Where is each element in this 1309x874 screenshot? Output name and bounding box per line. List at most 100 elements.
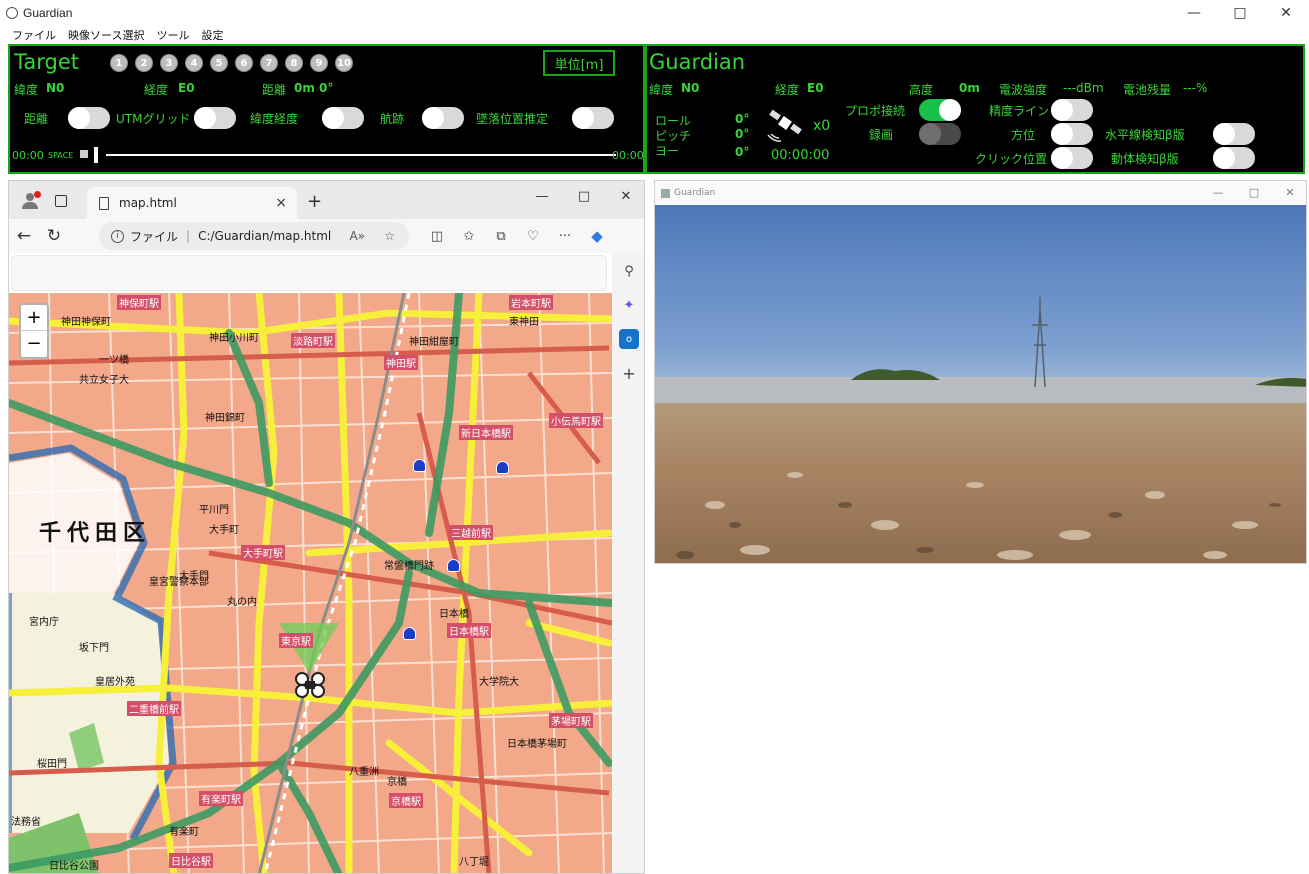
place-moj: 法務省 [11,817,41,828]
copilot-icon[interactable]: ◆ [581,227,613,245]
browser-window-controls: — □ ✕ [521,181,644,213]
place-hirakawamon: 平川門 [199,505,229,516]
track-toggle[interactable] [422,107,464,129]
browser-essentials-icon[interactable]: ♡ [517,229,549,244]
guardian-lat-label: 緯度 [649,83,674,97]
menu-tools[interactable]: ツール [156,27,189,43]
station-yurakucho: 有楽町駅 [199,791,243,806]
place-nihonbashi: 日本橋 [439,609,469,620]
app-titlebar: Guardian — □ ✕ [0,0,1309,26]
target-number-9[interactable]: 9 [310,54,328,72]
target-number-2[interactable]: 2 [135,54,153,72]
browser-maximize-button[interactable]: □ [563,181,605,213]
click-position-toggle[interactable] [1051,147,1093,169]
map-search-box[interactable] [11,255,607,291]
playback-slider-thumb[interactable] [94,147,98,163]
target-number-1[interactable]: 1 [110,54,128,72]
record-toggle[interactable] [919,123,961,145]
place-otemachi: 大手町 [209,525,239,536]
precision-line-label: 精度ライン [989,104,1050,118]
video-feed [655,205,1306,563]
close-button[interactable]: ✕ [1263,0,1309,26]
unit-button[interactable]: 単位[m] [543,50,615,76]
collections-icon[interactable]: ⧉ [485,229,517,244]
favorites-icon[interactable]: ✩ [453,229,485,244]
tab-close-icon[interactable]: × [275,195,287,211]
distance-toggle[interactable] [68,107,110,129]
map-view[interactable]: + − 千代田区 東京駅 大手町駅 日本橋駅 三越前駅 神田駅 二重橋前駅 有楽… [9,293,612,873]
latlon-toggle[interactable] [322,107,364,129]
menu-file[interactable]: ファイル [12,27,56,43]
maximize-button[interactable]: □ [1217,0,1263,26]
target-number-10[interactable]: 10 [335,54,353,72]
zoom-in-button[interactable]: + [21,305,47,331]
refresh-icon[interactable]: ↻ [39,226,69,246]
motion-detect-toggle[interactable] [1213,147,1255,169]
menu-video-source[interactable]: 映像ソース選択 [68,27,144,43]
place-tokiwabashi: 常盤橋門跡 [384,561,434,572]
profile-icon[interactable] [21,191,41,209]
place-kanda-jimbocho: 神田神保町 [61,317,111,328]
station-nijubashimae: 二重橋前駅 [127,701,181,716]
place-kunaicho: 宮内庁 [29,617,59,628]
copilot-sidebar-icon[interactable]: ✦ [619,295,639,315]
tab-actions-icon[interactable] [55,195,67,207]
target-number-4[interactable]: 4 [185,54,203,72]
place-yaesu: 八重洲 [349,767,379,778]
precision-line-toggle[interactable] [1051,99,1093,121]
target-number-3[interactable]: 3 [160,54,178,72]
tab-map[interactable]: map.html × [87,187,297,219]
info-icon[interactable]: i [111,229,124,243]
target-number-7[interactable]: 7 [260,54,278,72]
place-kyoritsu-univ: 共立女子大 [79,375,129,386]
target-lat-value: N0 [46,81,65,95]
propo-connect-toggle[interactable] [919,99,961,121]
bearing-toggle[interactable] [1051,123,1093,145]
video-maximize-button[interactable]: □ [1236,181,1272,205]
utm-grid-toggle-label: UTMグリッド [116,112,191,126]
guardian-lon-value: E0 [807,81,824,95]
browser-actions: ◫ ✩ ⧉ ♡ ··· ◆ [421,219,613,253]
signal-value: ---dBm [1063,81,1104,95]
address-path: C:/Guardian/map.html [198,229,332,243]
guardian-lat-value: N0 [681,81,700,95]
split-screen-icon[interactable]: ◫ [421,229,453,244]
station-shin-nihonbashi: 新日本橋駅 [459,425,513,440]
outlook-icon[interactable]: o [619,329,639,349]
target-lon-value: E0 [178,81,195,95]
browser-minimize-button[interactable]: — [521,181,563,213]
browser-close-button[interactable]: ✕ [605,181,644,213]
menu-settings[interactable]: 設定 [201,27,223,43]
favorite-star-icon[interactable]: ☆ [384,229,395,243]
back-arrow-icon[interactable]: ← [9,226,39,246]
playback-slider[interactable] [106,154,616,156]
station-jimbocho: 神保町駅 [117,295,161,310]
target-lon-label: 経度 [144,83,169,97]
station-mitsukoshimae: 三越前駅 [449,525,493,540]
station-kyobashi: 京橋駅 [389,793,423,808]
playback-time-start: 00:00 [12,149,44,162]
zoom-out-button[interactable]: − [21,331,47,357]
space-key-indicator [80,150,88,158]
video-minimize-button[interactable]: — [1200,181,1236,205]
browser-window: map.html × + — □ ✕ ← ↻ i ファイル | C:/Guard… [8,180,645,874]
video-close-button[interactable]: ✕ [1272,181,1306,205]
place-kanda-konyacho: 神田紺屋町 [409,337,459,348]
target-number-5[interactable]: 5 [210,54,228,72]
altitude-value: 0m [959,81,980,95]
utm-grid-toggle[interactable] [194,107,236,129]
horizon-detect-toggle[interactable] [1213,123,1255,145]
minimize-button[interactable]: — [1171,0,1217,26]
station-nihonbashi: 日本橋駅 [447,623,491,638]
address-bar[interactable]: i ファイル | C:/Guardian/map.html A» ☆ [99,222,409,250]
pitch-value: 0° [735,127,750,141]
crash-estimate-toggle[interactable] [572,107,614,129]
target-number-6[interactable]: 6 [235,54,253,72]
target-number-8[interactable]: 8 [285,54,303,72]
more-menu-icon[interactable]: ··· [549,229,581,244]
add-sidebar-app-icon[interactable]: + [619,363,639,383]
read-aloud-icon[interactable]: A» [349,229,365,243]
new-tab-button[interactable]: + [307,191,322,212]
search-icon[interactable]: ⚲ [619,261,639,281]
satellite-count: x0 [813,118,831,134]
